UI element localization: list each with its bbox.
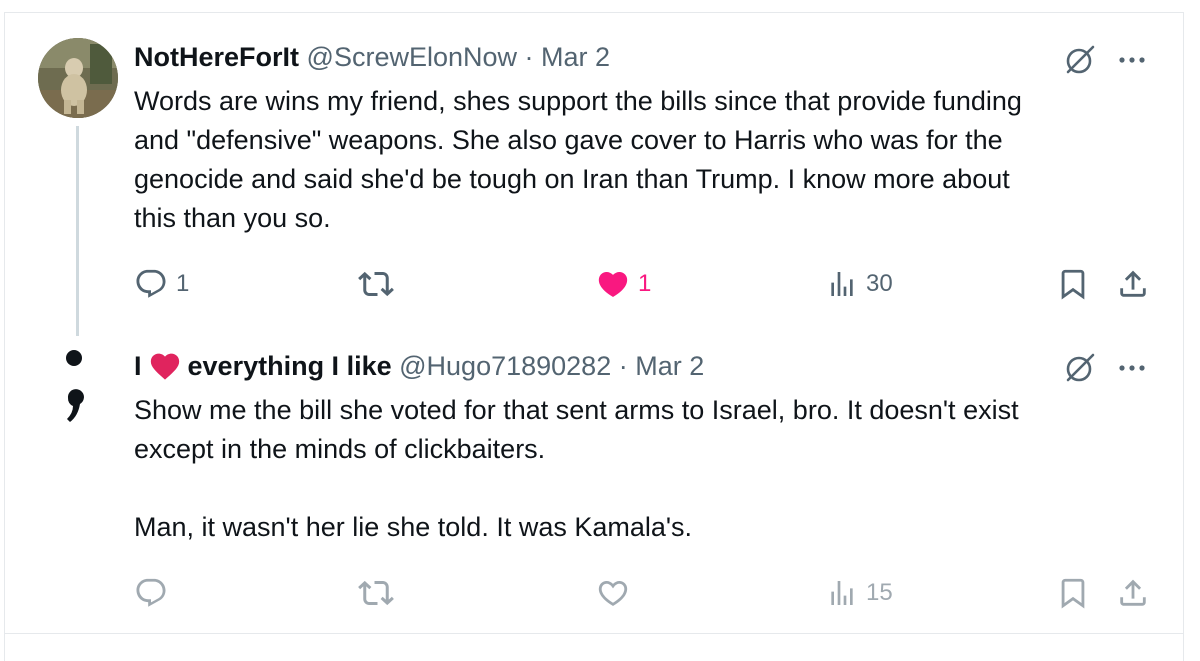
like-button[interactable] [596, 573, 638, 613]
timestamp[interactable]: Mar 2 [635, 351, 704, 381]
display-name-suffix: everything I like [187, 351, 392, 381]
tweet-header: Ieverything I like @Hugo71890282 · Mar 2 [134, 348, 704, 384]
bookmark-button[interactable] [1056, 264, 1090, 304]
separator-dot: · [618, 351, 628, 381]
views-icon [831, 272, 853, 296]
action-bar: 1 1 30 [0, 264, 1200, 304]
divider [4, 633, 1184, 634]
handle[interactable]: @Hugo71890282 [399, 351, 611, 381]
bookmark-icon [1061, 578, 1085, 609]
reply-icon [136, 269, 166, 298]
red-heart-emoji-icon [150, 353, 179, 380]
bookmark-icon [1061, 269, 1085, 300]
tweet-text: Show me the bill she voted for that sent… [134, 395, 1019, 542]
reply-button[interactable] [134, 573, 176, 613]
repost-button[interactable] [358, 264, 402, 304]
views-count: 30 [866, 270, 893, 297]
like-count: 1 [638, 270, 652, 297]
more-icon[interactable] [1114, 42, 1150, 78]
views-button[interactable]: 15 [826, 573, 893, 613]
grok-icon[interactable] [1062, 350, 1098, 386]
reply-icon [136, 578, 166, 607]
views-count: 15 [866, 579, 893, 606]
thread-line [76, 126, 79, 336]
display-name[interactable]: Ieverything I like [134, 351, 392, 381]
separator-dot: · [524, 42, 534, 72]
tweet-text: Words are wins my friend, shes support t… [134, 86, 1022, 233]
heart-icon [598, 271, 628, 297]
views-button[interactable]: 30 [826, 264, 893, 304]
heart-icon [598, 580, 628, 606]
share-button[interactable] [1116, 264, 1150, 304]
semicolon-comma [67, 389, 84, 422]
views-icon [831, 581, 853, 605]
tweet-header: NotHereForIt @ScrewElonNow · Mar 2 [134, 39, 610, 75]
handle[interactable]: @ScrewElonNow [307, 42, 517, 72]
reply-button[interactable]: 1 [134, 264, 189, 304]
avatar[interactable] [38, 38, 118, 118]
grok-icon[interactable] [1062, 42, 1098, 78]
bookmark-button[interactable] [1056, 573, 1090, 613]
action-bar: 15 [0, 573, 1200, 613]
repost-button[interactable] [358, 573, 402, 613]
timestamp[interactable]: Mar 2 [541, 42, 610, 72]
share-button[interactable] [1116, 573, 1150, 613]
like-button[interactable]: 1 [596, 264, 651, 304]
more-icon[interactable] [1114, 350, 1150, 386]
display-name[interactable]: NotHereForIt [134, 42, 299, 72]
semicolon-dot [66, 350, 82, 366]
avatar-image [38, 38, 118, 118]
share-icon [1120, 579, 1146, 606]
display-name-prefix: I [134, 351, 142, 381]
repost-icon [358, 580, 394, 606]
share-icon [1120, 270, 1146, 297]
repost-icon [358, 271, 394, 297]
avatar[interactable] [38, 340, 118, 430]
reply-count: 1 [176, 270, 190, 297]
